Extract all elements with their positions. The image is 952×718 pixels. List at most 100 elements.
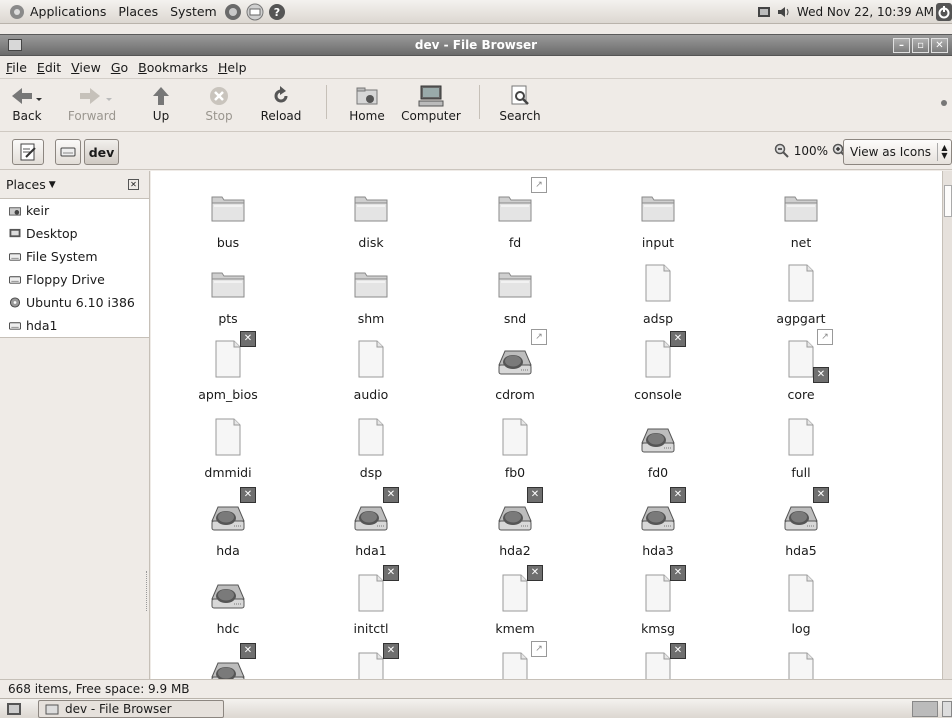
file-item[interactable]: ✕ hda bbox=[168, 487, 288, 563]
menu-file[interactable]: File bbox=[6, 60, 27, 75]
file-item[interactable]: full bbox=[741, 415, 861, 485]
taskbar-window-button[interactable]: dev - File Browser bbox=[38, 700, 224, 718]
drive-icon: ✕ bbox=[779, 487, 829, 537]
file-item[interactable]: ↗ fd bbox=[455, 177, 575, 255]
file-name: audio bbox=[353, 387, 389, 402]
pane-resize-grip[interactable] bbox=[146, 571, 149, 611]
sidebar-item-floppy-drive[interactable]: Floppy Drive bbox=[0, 268, 149, 291]
file-name: disk bbox=[358, 235, 384, 250]
file-item[interactable]: audio bbox=[311, 337, 431, 407]
close-button[interactable]: ✕ bbox=[931, 38, 948, 53]
file-item[interactable]: ✕ bbox=[598, 643, 718, 679]
sidebar-item-file-system[interactable]: File System bbox=[0, 245, 149, 268]
home-button[interactable]: Home bbox=[339, 79, 395, 123]
sidebar-item-keir[interactable]: keir bbox=[0, 199, 149, 222]
file-item[interactable]: net bbox=[741, 185, 861, 255]
file-item[interactable]: adsp bbox=[598, 261, 718, 331]
file-item[interactable]: dmmidi bbox=[168, 415, 288, 485]
sidebar-item-hda1[interactable]: hda1 bbox=[0, 314, 149, 337]
minimize-button[interactable]: – bbox=[893, 38, 910, 53]
menu-edit[interactable]: Edit bbox=[37, 60, 61, 75]
menu-bookmarks[interactable]: Bookmarks bbox=[138, 60, 208, 75]
file-item[interactable]: dsp bbox=[311, 415, 431, 485]
menu-help[interactable]: Help bbox=[218, 60, 247, 75]
file-item[interactable]: fb0 bbox=[455, 415, 575, 485]
file-item[interactable]: ✕ hda2 bbox=[455, 487, 575, 563]
file-item[interactable]: ✕ bbox=[311, 643, 431, 679]
file-item[interactable]: log bbox=[741, 571, 861, 641]
file-item[interactable]: ✕ initctl bbox=[311, 565, 431, 641]
file-item[interactable]: hdc bbox=[168, 571, 288, 641]
file-icon: ↗ ✕ bbox=[779, 329, 833, 383]
zoom-out-icon[interactable] bbox=[774, 143, 790, 159]
file-name: cdrom bbox=[495, 387, 535, 402]
file-item[interactable]: ✕ kmsg bbox=[598, 565, 718, 641]
menu-go[interactable]: Go bbox=[111, 60, 128, 75]
file-item[interactable]: ↗ cdrom bbox=[455, 329, 575, 407]
file-item[interactable]: ✕ hda5 bbox=[741, 487, 861, 563]
vertical-scrollbar[interactable] bbox=[942, 171, 952, 679]
file-item[interactable]: snd bbox=[455, 261, 575, 331]
forward-label: Forward bbox=[67, 109, 117, 123]
zoom-level[interactable]: 100% bbox=[794, 144, 828, 158]
workspace-switcher[interactable] bbox=[912, 701, 938, 717]
icon-view[interactable]: bus disk ↗ fd input net pts shm snd adsp agpgart ✕ a… bbox=[151, 171, 942, 679]
file-item[interactable]: pts bbox=[168, 261, 288, 331]
file-item[interactable]: ✕ console bbox=[598, 331, 718, 407]
maximize-button[interactable]: ▫ bbox=[912, 38, 929, 53]
file-item[interactable]: ✕ kmem bbox=[455, 565, 575, 641]
file-item[interactable]: input bbox=[598, 185, 718, 255]
window-menu-icon[interactable] bbox=[8, 39, 22, 51]
web-browser-launcher-icon[interactable] bbox=[223, 2, 243, 22]
folder-icon bbox=[349, 261, 393, 305]
file-icon bbox=[349, 415, 393, 459]
view-mode-value: View as Icons bbox=[850, 145, 932, 159]
clock-text[interactable]: Wed Nov 22, 10:39 AM bbox=[797, 5, 934, 19]
reload-button[interactable]: Reload bbox=[248, 79, 314, 123]
file-item[interactable]: ✕ hda3 bbox=[598, 487, 718, 563]
path-dev-button[interactable]: dev bbox=[84, 139, 119, 165]
email-launcher-icon[interactable] bbox=[245, 2, 265, 22]
search-button[interactable]: Search bbox=[492, 79, 548, 123]
back-button[interactable]: Back bbox=[2, 79, 52, 123]
file-item[interactable] bbox=[741, 649, 861, 679]
file-item[interactable]: disk bbox=[311, 185, 431, 255]
show-desktop-icon[interactable] bbox=[6, 702, 22, 716]
scrollbar-thumb[interactable] bbox=[944, 185, 952, 217]
drive-icon: ✕ bbox=[349, 487, 399, 537]
sidebar-item-desktop[interactable]: Desktop bbox=[0, 222, 149, 245]
up-button[interactable]: Up bbox=[132, 79, 190, 123]
volume-icon[interactable] bbox=[777, 5, 791, 19]
side-pane-header[interactable]: Places ▼ ✕ bbox=[0, 171, 149, 198]
computer-button[interactable]: Computer bbox=[395, 79, 467, 123]
sidebar-item-ubuntu-6-10-i386[interactable]: Ubuntu 6.10 i386 bbox=[0, 291, 149, 314]
file-item[interactable]: bus bbox=[168, 185, 288, 255]
toggle-location-entry-button[interactable] bbox=[12, 139, 44, 165]
window-titlebar[interactable]: dev - File Browser – ▫ ✕ bbox=[0, 34, 952, 56]
trash-applet[interactable] bbox=[942, 701, 952, 717]
close-side-pane-icon[interactable]: ✕ bbox=[128, 179, 139, 190]
view-mode-select[interactable]: View as Icons ▲ ▼ bbox=[843, 139, 952, 165]
menu-view[interactable]: View bbox=[71, 60, 101, 75]
file-item[interactable]: ↗ bbox=[455, 641, 575, 679]
file-item[interactable]: shm bbox=[311, 261, 431, 331]
places-menu[interactable]: Places bbox=[112, 0, 164, 24]
locked-emblem-icon: ✕ bbox=[670, 565, 686, 581]
file-item[interactable]: ↗ ✕ core bbox=[741, 329, 861, 407]
file-item[interactable]: ✕ hda1 bbox=[311, 487, 431, 563]
forward-button[interactable]: Forward bbox=[52, 79, 132, 123]
toolbar: Back Forward Up Stop Reload Home Compute… bbox=[0, 80, 952, 132]
stop-button[interactable]: Stop bbox=[190, 79, 248, 123]
applications-menu[interactable]: Applications bbox=[0, 0, 112, 24]
system-menu[interactable]: System bbox=[164, 0, 223, 24]
up-arrow-icon bbox=[153, 87, 169, 105]
drive-icon: ✕ bbox=[493, 487, 543, 537]
file-item[interactable]: agpgart bbox=[741, 261, 861, 331]
help-launcher-icon[interactable]: ? bbox=[267, 2, 287, 22]
shutdown-icon[interactable] bbox=[936, 3, 952, 21]
file-item[interactable]: fd0 bbox=[598, 415, 718, 485]
drive-icon bbox=[60, 147, 76, 157]
file-item[interactable]: ✕ bbox=[168, 643, 288, 679]
path-root-button[interactable] bbox=[55, 139, 81, 165]
file-item[interactable]: ✕ apm_bios bbox=[168, 331, 288, 407]
